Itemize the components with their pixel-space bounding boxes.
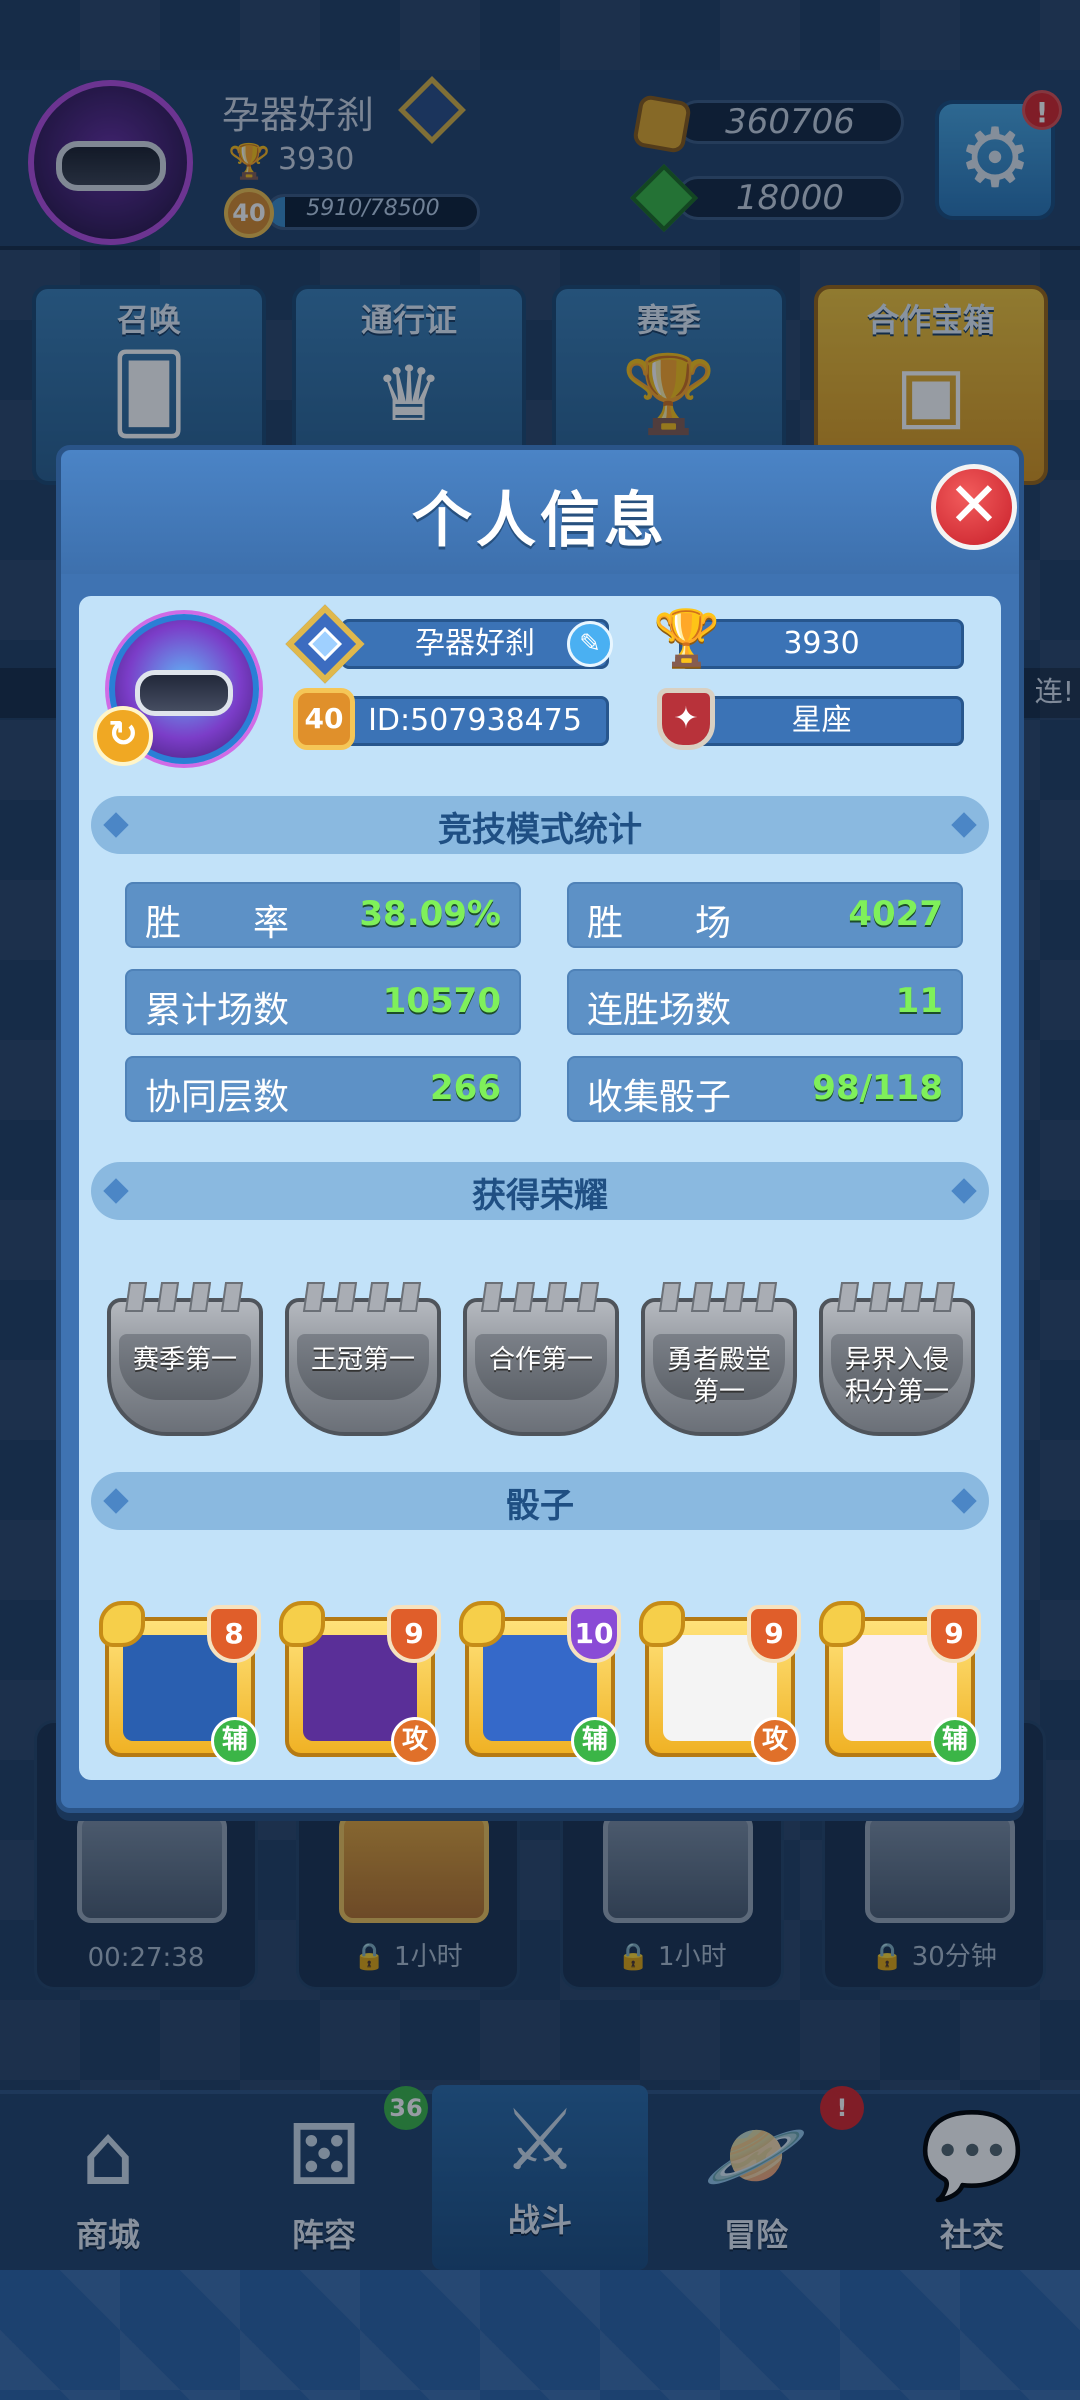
dragon-frame-icon: [99, 1601, 145, 1647]
crown-spikes: [657, 1268, 781, 1312]
honor-label: 合作第一: [488, 1345, 593, 1375]
dice-level-badge: 8: [207, 1605, 261, 1663]
rank-diamond-icon: [285, 604, 365, 684]
crown-spikes: [123, 1268, 247, 1312]
pencil-icon: ✎: [579, 629, 601, 659]
dice-type-badge: 辅: [211, 1717, 259, 1765]
profile-clan: 星座: [791, 703, 852, 738]
profile-id-field: ID:507938475: [341, 696, 609, 746]
laurel-shield-icon: 异界入侵 积分第一: [819, 1298, 975, 1436]
laurel-shield-icon: 王冠第一: [285, 1298, 441, 1436]
dice-level-badge: 9: [747, 1605, 801, 1663]
modal-title: 个人信息: [412, 486, 668, 556]
dice-card[interactable]: 9 攻: [639, 1601, 803, 1765]
honor-crown-first[interactable]: 王冠第一: [281, 1268, 445, 1438]
trophy-icon: 🏆: [653, 606, 721, 669]
crown-spikes: [479, 1268, 603, 1312]
close-icon: ✕: [948, 468, 1000, 541]
close-button[interactable]: ✕: [931, 464, 1017, 550]
stat-value: 10570: [382, 981, 501, 1021]
dice-section-header: 骰子: [91, 1472, 989, 1530]
profile-id: ID:507938475: [368, 703, 582, 738]
stat-value: 11: [895, 981, 943, 1021]
laurel-shield-icon: 赛季第一: [107, 1298, 263, 1436]
honor-invasion-first[interactable]: 异界入侵 积分第一: [815, 1268, 979, 1438]
honor-season-first[interactable]: 赛季第一: [103, 1268, 267, 1438]
stat-label: 收集骰子: [587, 1077, 732, 1118]
profile-clan-field[interactable]: 星座: [679, 696, 964, 746]
dice-section-title: 骰子: [506, 1486, 574, 1526]
stat-label: 协同层数: [145, 1077, 290, 1118]
profile-trophy-field: 3930: [679, 619, 964, 669]
dice-card[interactable]: 9 辅: [819, 1601, 983, 1765]
dice-card[interactable]: 9 攻: [279, 1601, 443, 1765]
stat-value: 4027: [848, 894, 943, 934]
stat-label: 累计场数: [145, 990, 290, 1031]
profile-name: 孕器好刹: [415, 626, 535, 661]
dragon-frame-icon: [819, 1601, 865, 1647]
profile-trophy-count: 3930: [783, 626, 860, 661]
change-avatar-button[interactable]: ↻: [93, 706, 153, 766]
honors-section-header: 获得荣耀: [91, 1162, 989, 1220]
stat-dice-collected: 收集骰子 98/118: [567, 1056, 963, 1122]
stat-label: 胜 场: [587, 903, 732, 944]
stat-label: 连胜场数: [587, 990, 732, 1031]
stats-section-header: 竞技模式统计: [91, 796, 989, 854]
clan-emblem-icon: ✦: [657, 688, 715, 750]
dice-type-badge: 攻: [391, 1717, 439, 1765]
avatar-visor: [135, 670, 233, 716]
honor-coop-first[interactable]: 合作第一: [459, 1268, 623, 1438]
stat-win-streak: 连胜场数 11: [567, 969, 963, 1035]
stat-value: 38.09%: [359, 894, 501, 934]
dragon-frame-icon: [459, 1601, 505, 1647]
stat-coop-floors: 协同层数 266: [125, 1056, 521, 1122]
crown-spikes: [835, 1268, 959, 1312]
modal-header: 个人信息 ✕: [61, 450, 1019, 574]
level-badge: 40: [293, 688, 355, 750]
stat-win-rate: 胜 率 38.09%: [125, 882, 521, 948]
stat-label: 胜 率: [145, 903, 290, 944]
dice-type-badge: 辅: [571, 1717, 619, 1765]
dice-level-badge: 10: [567, 1605, 621, 1663]
dice-level-badge: 9: [927, 1605, 981, 1663]
stat-value: 266: [430, 1068, 501, 1108]
dragon-frame-icon: [279, 1601, 325, 1647]
laurel-shield-icon: 勇者殿堂 第一: [641, 1298, 797, 1436]
dice-card[interactable]: 8 辅: [99, 1601, 263, 1765]
dice-type-badge: 辅: [931, 1717, 979, 1765]
stats-section-title: 竞技模式统计: [438, 810, 642, 850]
honor-label: 王冠第一: [310, 1345, 415, 1375]
dice-card[interactable]: 10 辅: [459, 1601, 623, 1765]
honor-label: 勇者殿堂: [666, 1345, 771, 1375]
modal-content: ↻ 孕器好刹 ✎ 3930 🏆 ID:507938475 40 星座 ✦ 竞技模…: [79, 596, 1001, 1780]
refresh-icon: ↻: [107, 714, 139, 755]
dice-type-badge: 攻: [751, 1717, 799, 1765]
honor-hall-of-fame-first[interactable]: 勇者殿堂 第一: [637, 1268, 801, 1438]
crown-spikes: [301, 1268, 425, 1312]
stat-wins: 胜 场 4027: [567, 882, 963, 948]
dragon-frame-icon: [639, 1601, 685, 1647]
honor-label: 异界入侵: [844, 1345, 949, 1375]
honor-label: 赛季第一: [132, 1345, 237, 1375]
honors-section-title: 获得荣耀: [472, 1176, 608, 1216]
dice-level-badge: 9: [387, 1605, 441, 1663]
profile-modal: 个人信息 ✕ ↻ 孕器好刹 ✎ 3930 🏆 ID:507938475 40 星…: [56, 445, 1024, 1813]
edit-name-button[interactable]: ✎: [567, 621, 613, 667]
stat-value: 98/118: [812, 1068, 943, 1108]
laurel-shield-icon: 合作第一: [463, 1298, 619, 1436]
stat-total-games: 累计场数 10570: [125, 969, 521, 1035]
